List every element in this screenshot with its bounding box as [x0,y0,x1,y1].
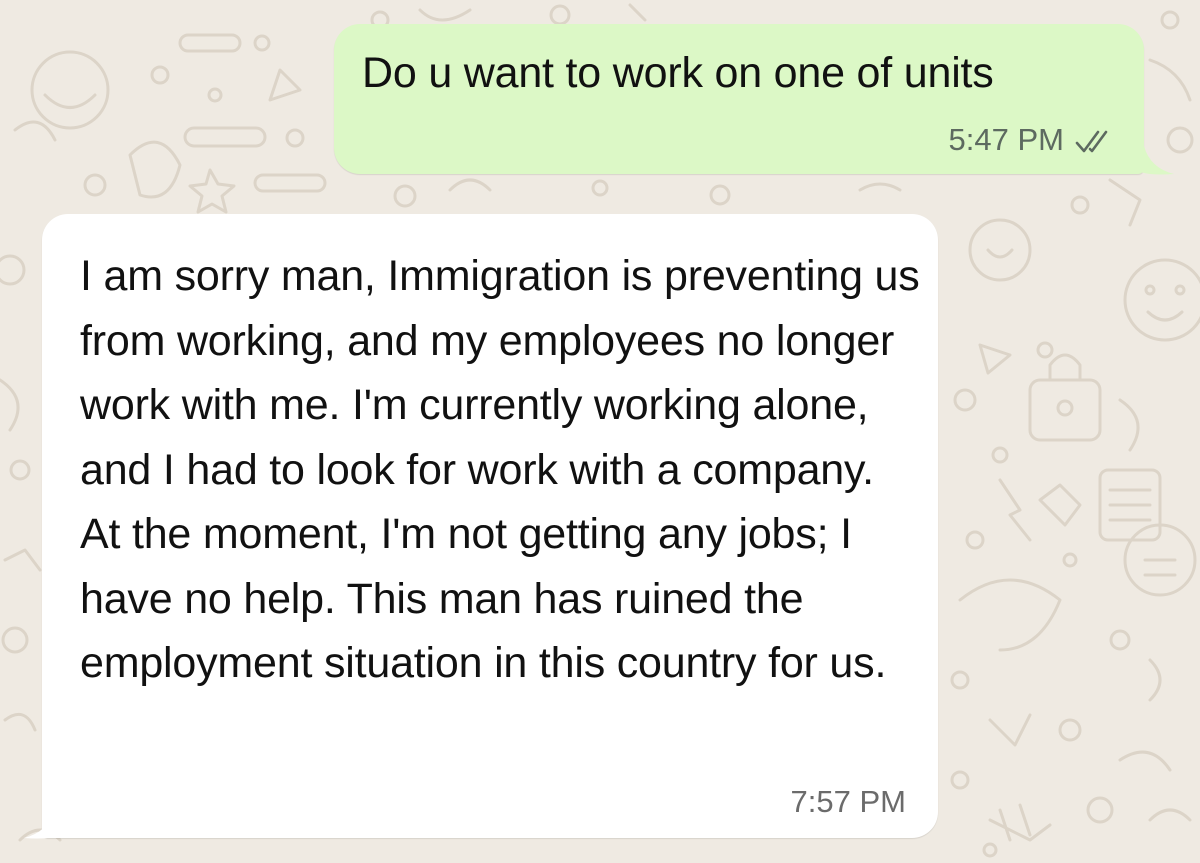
outgoing-message-text: Do u want to work on one of units [362,49,994,97]
outgoing-bubble-tail [1136,146,1174,175]
outgoing-message-time: 5:47 PM [948,122,1064,157]
outgoing-message-bubble[interactable]: Do u want to work on one of units 5:47 P… [334,24,1144,174]
incoming-message-text: I am sorry man, Immigration is preventin… [80,252,920,687]
incoming-bubble-tail [24,810,62,839]
outgoing-message-meta: 5:47 PM [949,122,1118,158]
incoming-message-bubble[interactable]: I am sorry man, Immigration is preventin… [42,214,938,838]
incoming-message-time: 7:57 PM [790,784,906,819]
double-check-icon [1074,127,1118,153]
incoming-message-meta: 7:57 PM [791,784,906,820]
